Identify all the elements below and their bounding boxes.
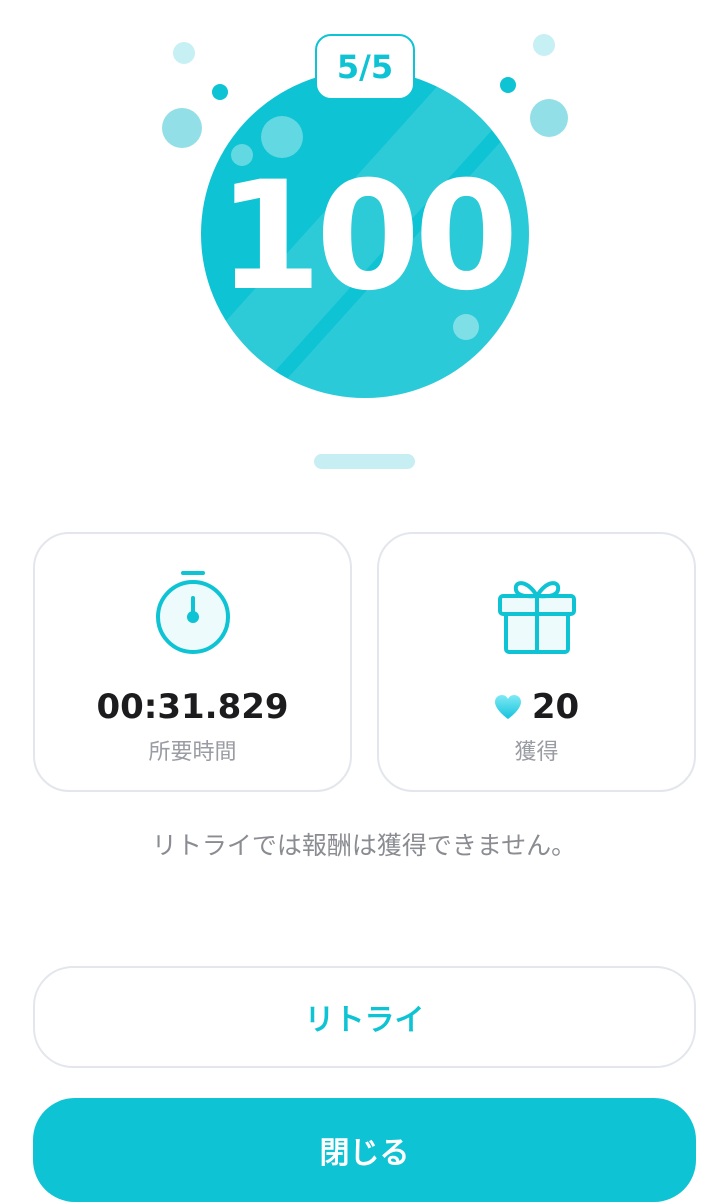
decor-bubble [533,34,555,56]
result-hero: 100 5/5 [0,0,728,420]
stopwatch-icon [35,568,350,658]
score-value: 100 [217,150,518,324]
score-circle: 100 [201,70,529,398]
page-indicator [314,454,415,469]
decor-bubble [173,42,195,64]
retry-button[interactable]: リトライ [33,966,696,1068]
heart-icon [494,694,522,720]
reward-card: 20 獲得 [377,532,696,792]
reward-value-row: 20 [379,684,694,730]
reward-label: 獲得 [514,740,559,765]
retry-notice: リトライでは報酬は獲得できません。 [151,831,577,860]
reward-value: 20 [531,687,580,727]
gift-icon [379,568,694,658]
progress-badge: 5/5 [315,34,415,100]
decor-bubble [530,99,568,137]
time-card: 00:31.829 所要時間 [33,532,352,792]
time-label: 所要時間 [148,740,237,765]
decor-bubble [162,108,202,148]
time-value: 00:31.829 [96,687,289,727]
close-button[interactable]: 閉じる [33,1098,696,1202]
